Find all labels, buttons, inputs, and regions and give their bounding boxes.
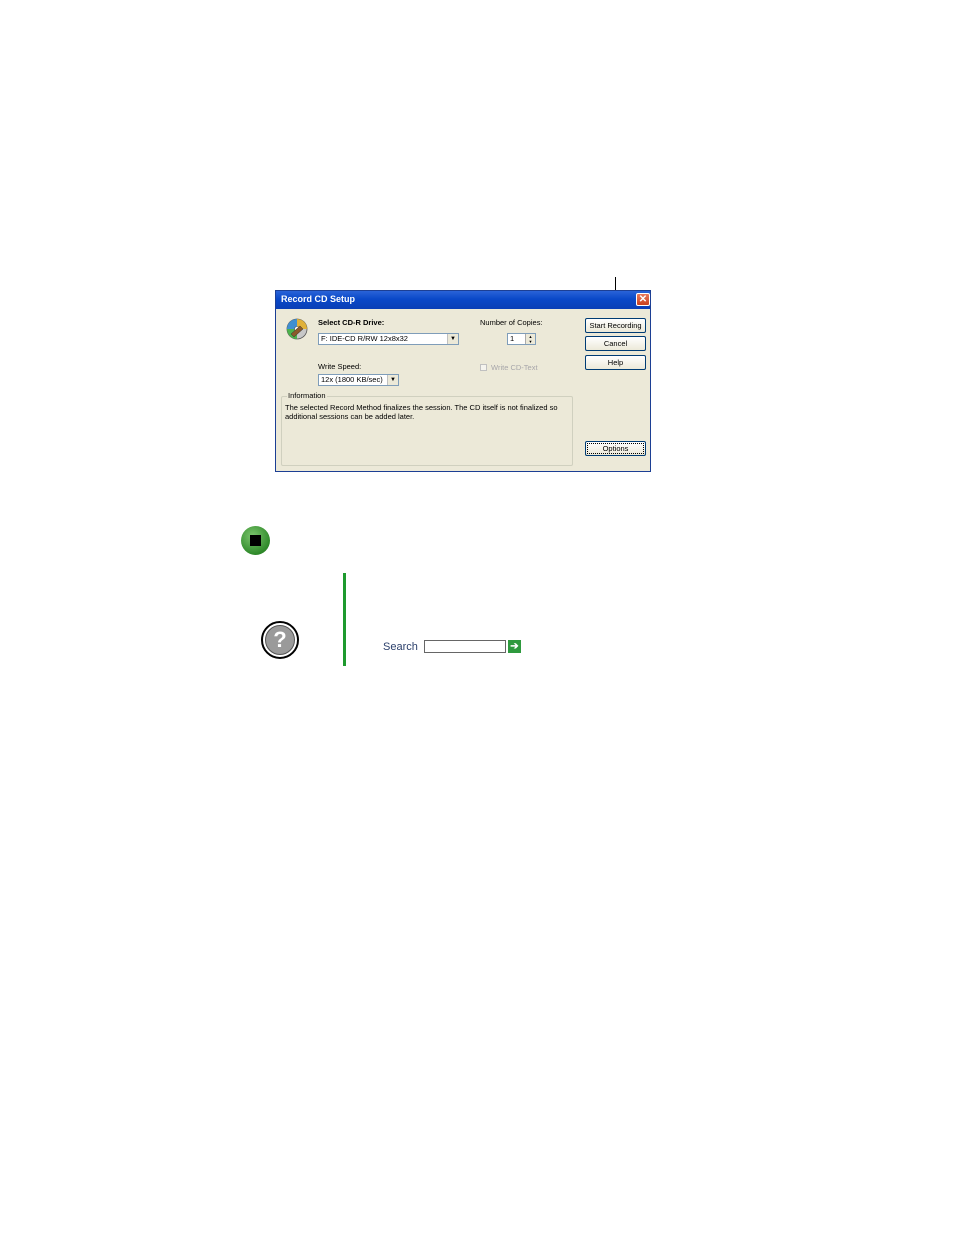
speed-select[interactable]: 12x (1800 KB/sec) ▼ bbox=[318, 374, 399, 386]
drive-select[interactable]: F: IDE-CD R/RW 12x8x32 ▼ bbox=[318, 333, 459, 345]
copies-value: 1 bbox=[510, 334, 515, 343]
search-input[interactable] bbox=[424, 640, 506, 653]
stop-icon bbox=[241, 526, 270, 555]
start-recording-button[interactable]: Start Recording bbox=[585, 318, 646, 333]
information-text: The selected Record Method finalizes the… bbox=[285, 403, 558, 421]
record-cd-setup-dialog: Record CD Setup ✕ Select CD-R Drive: F: … bbox=[275, 290, 651, 472]
dropdown-arrow-icon[interactable]: ▼ bbox=[387, 375, 398, 385]
search-label: Search bbox=[383, 641, 418, 653]
speed-label: Write Speed: bbox=[318, 362, 362, 371]
help-divider bbox=[343, 573, 346, 666]
stop-square bbox=[250, 535, 261, 546]
help-symbol: ? bbox=[265, 625, 295, 655]
information-label: Information bbox=[287, 391, 327, 400]
help-button[interactable]: Help bbox=[585, 355, 646, 370]
go-arrow-icon[interactable]: ➔ bbox=[508, 640, 521, 653]
drive-label: Select CD-R Drive: bbox=[318, 318, 385, 327]
dialog-title: Record CD Setup bbox=[281, 294, 356, 304]
close-icon[interactable]: ✕ bbox=[636, 293, 650, 306]
cancel-button[interactable]: Cancel bbox=[585, 336, 646, 351]
title-bar[interactable]: Record CD Setup ✕ bbox=[276, 291, 650, 309]
drive-value: F: IDE-CD R/RW 12x8x32 bbox=[321, 334, 408, 343]
dropdown-arrow-icon[interactable]: ▼ bbox=[447, 334, 458, 344]
cd-drive-icon bbox=[286, 318, 308, 340]
speed-value: 12x (1800 KB/sec) bbox=[321, 375, 383, 384]
spinner-icon[interactable]: ▲ ▼ bbox=[525, 334, 535, 344]
write-cd-text-checkbox[interactable] bbox=[480, 364, 487, 371]
options-button[interactable]: Options bbox=[585, 441, 646, 456]
write-cd-text-label: Write CD-Text bbox=[491, 363, 538, 372]
help-question-icon: ? bbox=[261, 621, 299, 659]
copies-label: Number of Copies: bbox=[480, 318, 543, 327]
information-groupbox: Information The selected Record Method f… bbox=[281, 391, 573, 466]
copies-stepper[interactable]: 1 ▲ ▼ bbox=[507, 333, 536, 345]
